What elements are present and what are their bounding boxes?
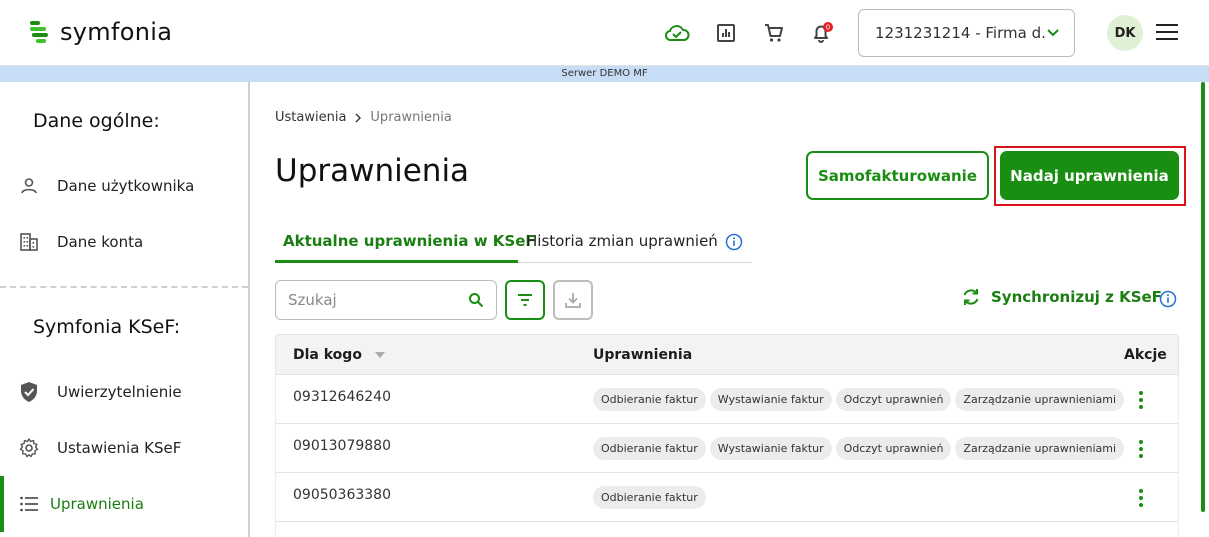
sidebar-section-title: Dane ogólne:	[33, 110, 160, 132]
filter-icon	[518, 294, 532, 306]
breadcrumb-root-link[interactable]: Ustawienia	[275, 110, 346, 125]
permission-chip: Wystawianie faktur	[709, 437, 832, 460]
sidebar-item-label: Dane użytkownika	[57, 177, 195, 195]
table-row[interactable]: 09312646240 Odbieranie faktur Wystawiani…	[275, 375, 1179, 424]
company-select[interactable]: 1231231214 - Firma d...	[858, 9, 1075, 57]
breadcrumb-current: Uprawnienia	[370, 110, 452, 125]
row-actions-menu-icon[interactable]	[1136, 489, 1146, 507]
app-header: symfonia 0 1231231214 - Firma d... DK	[0, 0, 1209, 66]
column-header-actions: Akcje	[1124, 347, 1167, 363]
server-info-bar: Serwer DEMO MF	[0, 66, 1209, 82]
search-icon[interactable]	[468, 292, 484, 308]
building-icon	[18, 231, 40, 253]
logo-text: symfonia	[60, 18, 173, 46]
sidebar-item-label: Dane konta	[57, 233, 144, 251]
permission-chip: Odczyt uprawnień	[835, 437, 952, 460]
column-header-for-whom[interactable]: Dla kogo	[293, 347, 385, 363]
cart-icon[interactable]	[761, 20, 787, 46]
sidebar-item-authentication[interactable]: Uwierzytelnienie	[18, 372, 246, 412]
permission-chip: Odbieranie faktur	[593, 486, 706, 509]
shield-icon	[18, 381, 40, 403]
sync-icon	[963, 289, 979, 305]
sidebar-item-label: Uwierzytelnienie	[57, 383, 182, 401]
list-icon	[18, 493, 40, 515]
sidebar: Dane ogólne: Dane użytkownika Dane konta…	[0, 82, 250, 537]
permission-chip: Odczyt uprawnień	[835, 388, 952, 411]
scrollbar[interactable]	[1201, 82, 1205, 512]
sidebar-item-label: Uprawnienia	[50, 495, 144, 513]
info-icon[interactable]	[725, 233, 743, 255]
sort-desc-icon[interactable]	[374, 352, 385, 358]
company-select-value: 1231231214 - Firma d...	[875, 24, 1046, 42]
row-actions-menu-icon[interactable]	[1136, 391, 1146, 409]
user-avatar[interactable]: DK	[1107, 15, 1143, 51]
row-actions-menu-icon[interactable]	[1136, 440, 1146, 458]
notification-badge: 0	[826, 24, 830, 32]
sync-label: Synchronizuj z KSeF	[991, 288, 1162, 306]
sidebar-item-permissions[interactable]: Uprawnienia	[18, 484, 246, 524]
permission-chip: Odbieranie faktur	[593, 437, 706, 460]
self-invoicing-button[interactable]: Samofakturowanie	[806, 151, 989, 200]
sync-ksef-button[interactable]: Synchronizuj z KSeF	[961, 287, 1162, 307]
tab-bar: Aktualne uprawnienia w KSeF Historia zmi…	[275, 225, 752, 263]
filter-button[interactable]	[505, 280, 545, 320]
permission-chip: Zarządzanie uprawnieniami	[955, 388, 1125, 411]
column-header-permissions: Uprawnienia	[593, 347, 693, 363]
active-tab-underline	[275, 260, 518, 263]
sidebar-item-label: Ustawienia KSeF	[57, 439, 182, 457]
symfonia-logo-icon	[30, 21, 48, 43]
tab-current-permissions[interactable]: Aktualne uprawnienia w KSeF	[283, 232, 536, 250]
permission-chips: Odbieranie faktur Wystawianie faktur Odc…	[593, 437, 1125, 460]
download-icon	[565, 293, 581, 308]
search-input[interactable]: Szukaj	[275, 280, 497, 320]
page-title: Uprawnienia	[275, 153, 470, 189]
cloud-sync-icon[interactable]	[664, 20, 690, 46]
highlight-box	[994, 146, 1186, 206]
chevron-down-icon	[1047, 29, 1059, 37]
sidebar-section-title: Symfonia KSeF:	[33, 316, 181, 338]
permission-chips: Odbieranie faktur	[593, 486, 706, 509]
table-row[interactable]	[275, 522, 1179, 537]
person-icon	[18, 175, 40, 197]
permissions-table: Dla kogo Uprawnienia Akcje 09312646240 O…	[275, 334, 1179, 537]
report-icon[interactable]	[713, 20, 739, 46]
search-placeholder: Szukaj	[288, 291, 337, 309]
sidebar-item-user-data[interactable]: Dane użytkownika	[18, 166, 246, 206]
sidebar-divider	[0, 286, 248, 288]
permission-chip: Wystawianie faktur	[709, 388, 832, 411]
table-row[interactable]: 09013079880 Odbieranie faktur Wystawiani…	[275, 424, 1179, 473]
chevron-right-icon	[355, 113, 362, 122]
row-identifier: 09312646240	[293, 389, 391, 405]
table-row[interactable]: 09050363380 Odbieranie faktur	[275, 473, 1179, 522]
permission-chip: Zarządzanie uprawnieniami	[955, 437, 1125, 460]
row-identifier: 09050363380	[293, 487, 391, 503]
bell-icon[interactable]: 0	[809, 20, 835, 46]
permission-chips: Odbieranie faktur Wystawianie faktur Odc…	[593, 388, 1125, 411]
hamburger-menu-icon[interactable]	[1156, 24, 1178, 42]
gear-icon	[18, 437, 40, 459]
sidebar-item-account-data[interactable]: Dane konta	[18, 222, 246, 262]
permission-chip: Odbieranie faktur	[593, 388, 706, 411]
breadcrumb: Ustawienia Uprawnienia	[275, 110, 452, 125]
table-header: Dla kogo Uprawnienia Akcje	[275, 334, 1179, 375]
logo[interactable]: symfonia	[28, 18, 172, 46]
tab-permissions-history[interactable]: Historia zmian uprawnień	[526, 232, 718, 250]
sidebar-active-indicator	[0, 476, 4, 532]
info-icon[interactable]	[1159, 290, 1177, 312]
row-identifier: 09013079880	[293, 438, 391, 454]
download-button[interactable]	[553, 280, 593, 320]
sidebar-item-ksef-settings[interactable]: Ustawienia KSeF	[18, 428, 246, 468]
